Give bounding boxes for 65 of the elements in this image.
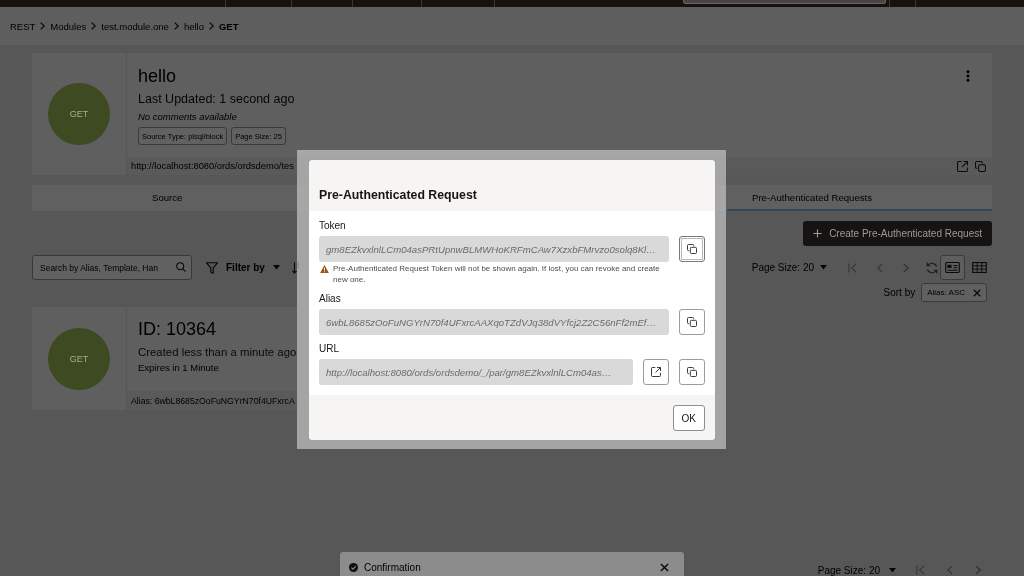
filter-button[interactable]: Filter by xyxy=(206,261,280,274)
copy-button[interactable] xyxy=(679,359,705,385)
caret-icon xyxy=(820,265,827,270)
refresh-icon[interactable] xyxy=(926,261,938,274)
request-id: ID: 10364 xyxy=(138,318,217,340)
text-field[interactable]: http://localhost:8080/ords/ordsdemo/_/par/gm8EZkvxlnlLCm04as… xyxy=(319,359,633,385)
tab[interactable]: Source xyxy=(32,185,293,211)
copy-icon xyxy=(687,244,697,254)
dialog-title: Pre-Authenticated Request xyxy=(319,187,477,203)
breadcrumb-link[interactable]: hello xyxy=(183,20,204,32)
comment-text: No comments available xyxy=(138,110,237,123)
copy-button[interactable] xyxy=(679,309,705,335)
field-label: Token xyxy=(319,220,347,232)
method-badge: GET xyxy=(48,83,110,145)
warning-icon xyxy=(320,265,329,273)
close-icon[interactable] xyxy=(973,288,981,297)
close-icon[interactable] xyxy=(660,562,669,572)
id-card-icon xyxy=(945,262,960,273)
handler-title: hello xyxy=(138,65,177,87)
warning-text: Pre-Authenticated Request Token will not be shown again. If lost, you can revoke and create new one. xyxy=(333,263,661,285)
text-field[interactable]: 6wbL8685zOoFuNGYrN70f4UFxrcAAXqoTZdVJq38dVYfcj2Z2C56nFf2mEf… xyxy=(319,309,669,335)
table-icon xyxy=(972,262,987,273)
card-view-button[interactable] xyxy=(940,255,965,280)
text-field[interactable]: gm8EZkvxlnlLCm04asPRtUpnwBLMWHoKRFmCAw7XzxbFMrvzo0solq8Kl… xyxy=(319,236,669,262)
breadcrumb-link[interactable]: REST xyxy=(10,20,36,32)
copy-button[interactable] xyxy=(679,236,705,262)
page-size-dropdown[interactable]: Page Size: 20 xyxy=(817,564,896,576)
copy-icon[interactable] xyxy=(975,160,986,172)
alias-text: Alias: 6wbL8685zOoFuNGYrN70f4UFxrcA xyxy=(131,395,295,406)
sort-icon[interactable] xyxy=(291,261,300,274)
chevron-right-icon xyxy=(91,22,97,30)
created-text: Created less than a minute ago xyxy=(138,345,297,360)
funnel-icon xyxy=(206,261,218,274)
caret-icon xyxy=(889,567,896,573)
external-link-icon xyxy=(651,367,661,377)
breadcrumb-current: GET xyxy=(218,20,239,32)
check-circle-icon xyxy=(349,562,358,572)
last-updated-text: Last Updated: 1 second ago xyxy=(138,91,295,107)
sort-chip[interactable]: Alias: ASC xyxy=(921,283,987,302)
external-link-icon[interactable] xyxy=(957,160,968,172)
chevron-right-icon xyxy=(40,22,46,30)
url-text: http://localhost:8080/ords/ordsdemo/tes xyxy=(131,161,295,171)
breadcrumb-link[interactable]: Modules xyxy=(50,20,87,32)
chevron-right-icon xyxy=(173,22,179,30)
create-button[interactable]: Create Pre-Authenticated Request xyxy=(803,221,992,246)
search-field[interactable]: Search by Alias, Template, Han xyxy=(32,255,192,280)
toast-title: Confirmation xyxy=(364,561,421,573)
chevron-right-icon xyxy=(208,22,214,30)
plus-icon xyxy=(813,229,823,238)
sort-label: Sort by xyxy=(883,287,916,298)
method-badge: GET xyxy=(48,327,110,390)
breadcrumb-link[interactable]: test.module.one xyxy=(101,20,169,32)
field-label: URL xyxy=(319,343,340,355)
tab[interactable]: Pre-Authenticated Requests xyxy=(727,185,992,211)
header-field[interactable] xyxy=(683,0,886,4)
copy-icon xyxy=(687,317,697,327)
ok-button[interactable]: OK xyxy=(672,405,705,431)
expires-text: Expires in 1 Minute xyxy=(138,362,219,374)
copy-icon xyxy=(687,367,697,377)
search-icon xyxy=(176,262,186,272)
caret-icon xyxy=(272,265,280,270)
open-link-button[interactable] xyxy=(643,359,669,385)
field-label: Alias xyxy=(319,293,342,305)
page-size-dropdown[interactable]: Page Size: 20 xyxy=(751,262,827,273)
kebab-menu-icon[interactable] xyxy=(966,70,970,82)
